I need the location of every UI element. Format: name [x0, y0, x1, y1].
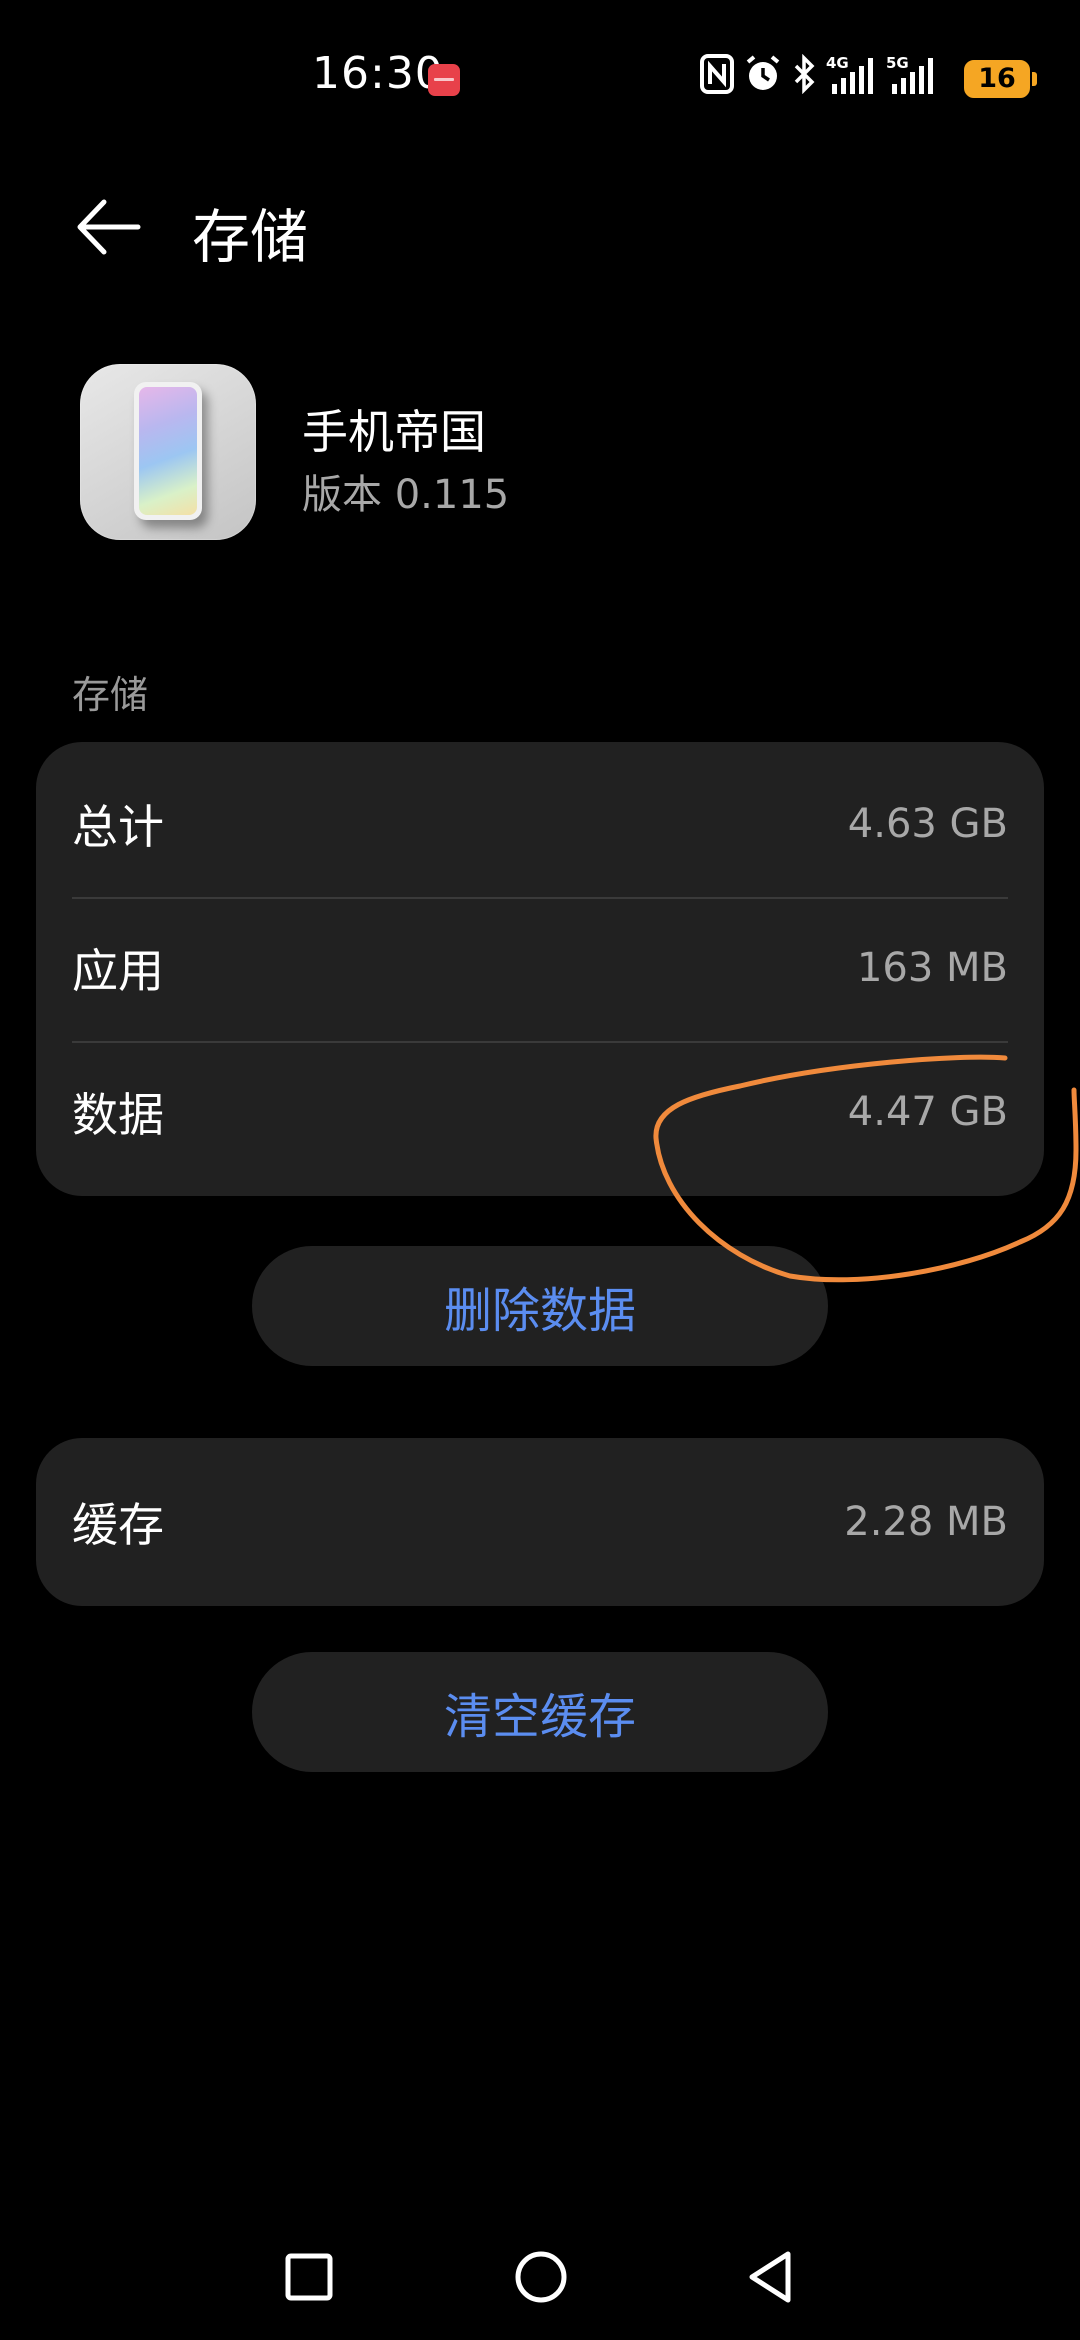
square-recent-apps-icon[interactable] [284, 2252, 334, 2302]
circle-home-icon[interactable] [514, 2250, 568, 2304]
storage-row-app: 应用 163 MB [36, 896, 1044, 1040]
storage-row-label: 应用 [72, 944, 164, 998]
alarm-icon [746, 55, 780, 90]
arrow-left-icon [77, 199, 141, 255]
cache-card: 缓存 2.28 MB [36, 1438, 1044, 1606]
battery-tip [1032, 72, 1037, 86]
storage-section-label: 存储 [72, 673, 149, 717]
navigation-bar [0, 2220, 1080, 2340]
app-icon [80, 364, 256, 540]
cache-row: 缓存 2.28 MB [36, 1450, 1044, 1594]
app-version: 版本 0.115 [302, 472, 510, 518]
cache-label: 缓存 [72, 1498, 164, 1552]
svg-text:4G: 4G [826, 54, 849, 72]
storage-row-total: 总计 4.63 GB [36, 752, 1044, 896]
delete-data-button[interactable]: 删除数据 [252, 1246, 828, 1366]
nfc-icon [700, 54, 734, 94]
status-time: 16:30 [312, 48, 444, 99]
svg-text:5G: 5G [886, 54, 909, 72]
triangle-back-icon[interactable] [744, 2248, 796, 2306]
signal-4g-icon: 4G [826, 54, 873, 94]
page-title: 存储 [192, 203, 309, 271]
signal-5g-icon: 5G [886, 54, 933, 94]
storage-card: 总计 4.63 GB 应用 163 MB 数据 4.47 GB [36, 742, 1044, 1196]
storage-row-data: 数据 4.47 GB [36, 1040, 1044, 1184]
storage-row-value: 4.63 GB [847, 801, 1008, 847]
storage-row-label: 数据 [72, 1088, 164, 1142]
phone-graphic [134, 382, 202, 520]
cache-value: 2.28 MB [844, 1499, 1008, 1545]
appgallery-notification-icon [428, 64, 460, 96]
battery-level: 16 [978, 63, 1016, 94]
status-bar: 16:30 4G 5G 16 [0, 0, 1080, 160]
battery-icon: 16 [964, 60, 1030, 98]
back-button[interactable] [74, 192, 144, 262]
app-name: 手机帝国 [302, 405, 486, 459]
storage-row-label: 总计 [72, 800, 164, 854]
bluetooth-icon [794, 54, 815, 94]
storage-row-value: 163 MB [856, 945, 1008, 991]
clear-cache-button[interactable]: 清空缓存 [252, 1652, 828, 1772]
storage-row-value: 4.47 GB [847, 1089, 1008, 1135]
